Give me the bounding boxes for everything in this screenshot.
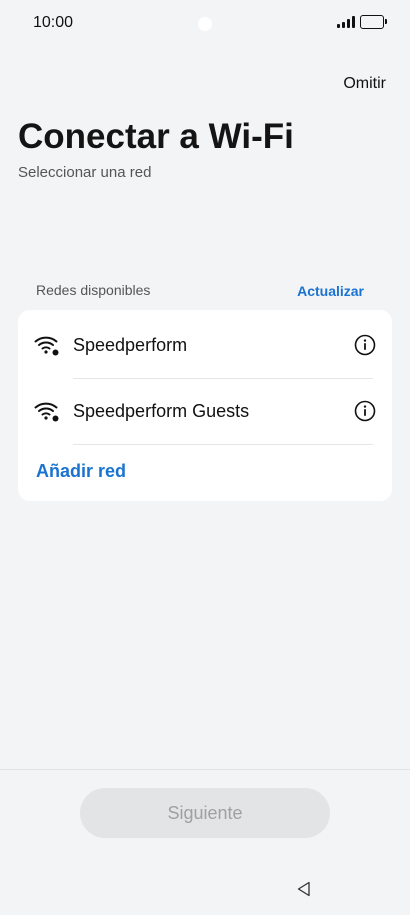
back-triangle-icon[interactable] — [295, 880, 313, 898]
wifi-locked-icon — [34, 336, 59, 356]
status-icons — [337, 15, 387, 29]
network-item-speedperform[interactable]: Speedperform — [18, 312, 392, 378]
network-name: Speedperform Guests — [73, 400, 250, 421]
network-item-speedperform-guests[interactable]: Speedperform Guests — [18, 378, 392, 444]
info-icon[interactable] — [354, 400, 376, 422]
signal-icon — [337, 16, 355, 28]
row-divider — [73, 444, 373, 445]
status-time: 10:00 — [33, 14, 74, 31]
footer-divider — [0, 769, 410, 770]
add-network-button[interactable]: Añadir red — [36, 461, 126, 482]
info-icon[interactable] — [354, 334, 376, 356]
battery-icon — [360, 15, 387, 29]
status-bar: 10:00 — [0, 0, 410, 46]
next-button[interactable]: Siguiente — [80, 788, 330, 838]
skip-button[interactable]: Omitir — [343, 75, 386, 93]
camera-cutout — [198, 17, 212, 31]
page-subtitle: Seleccionar una red — [18, 164, 152, 181]
page-title: Conectar a Wi-Fi — [18, 117, 294, 156]
network-list-card: Speedperform Speedperform Guests Añadir … — [18, 310, 392, 501]
available-networks-label: Redes disponibles — [36, 282, 151, 298]
wifi-locked-icon — [34, 402, 59, 422]
network-name: Speedperform — [73, 334, 188, 355]
refresh-button[interactable]: Actualizar — [297, 283, 364, 299]
